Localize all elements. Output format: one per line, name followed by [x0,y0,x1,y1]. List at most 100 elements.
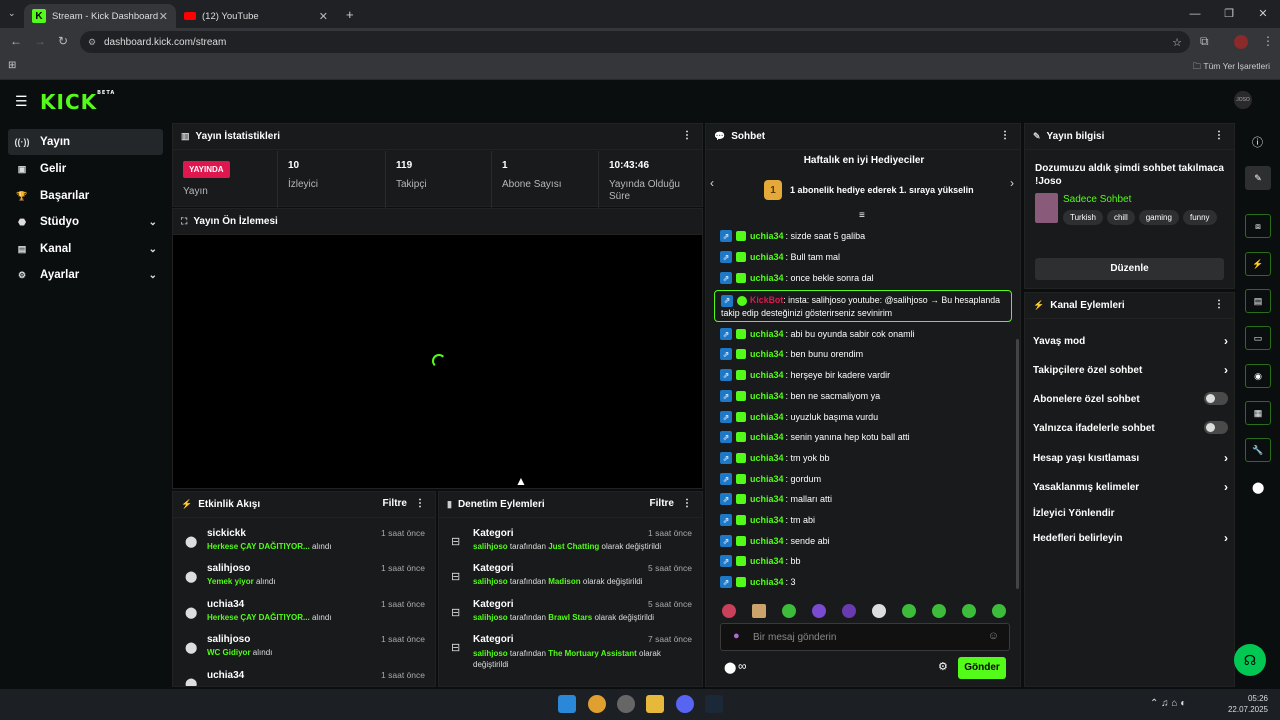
chat-username[interactable]: uchia34 [750,453,784,463]
chevron-left-icon[interactable]: ‹ [710,176,714,190]
address-bar[interactable]: ⚙ dashboard.kick.com/stream ☆ [80,31,1190,53]
sidebar-item-kanal[interactable]: ▤ Kanal ⌄ [8,236,163,262]
help-chat-icon[interactable]: ☊ [1234,644,1266,676]
tray-icons[interactable]: ⌃ ♫ ⌂ ◐ [1150,698,1186,709]
sidebar-item-gelir[interactable]: ▣ Gelir [8,156,163,182]
points-icon[interactable]: ⬤ [724,661,736,674]
chat-username[interactable]: uchia34 [750,273,784,283]
chat-scrollbar[interactable] [1016,339,1019,589]
hamburger-menu-icon[interactable]: ☰ [15,93,28,110]
tab-youtube[interactable]: (12) YouTube ✕ [176,4,336,28]
emote-icon[interactable] [992,604,1006,618]
file-explorer-icon[interactable] [646,695,664,713]
tag-chip[interactable]: Turkish [1063,210,1103,225]
chat-username[interactable]: uchia34 [750,474,784,484]
close-tab-icon[interactable]: ✕ [159,10,168,23]
wrench-icon[interactable]: 🔧 [1245,438,1271,462]
chevron-right-icon[interactable]: › [1010,176,1014,190]
tag-chip[interactable]: funny [1182,210,1217,225]
start-menu-icon[interactable] [558,695,576,713]
emote-icon[interactable] [962,604,976,618]
settings-gear-icon[interactable]: ⚙ [938,660,948,673]
extensions-icon[interactable]: ⧉ [1200,34,1209,49]
reload-icon[interactable]: ↻ [58,34,68,48]
emote-icon[interactable] [842,604,856,618]
category-name[interactable]: Sadece Sohbet [1063,194,1131,205]
new-tab-icon[interactable]: + [346,7,354,22]
chat-username[interactable]: uchia34 [750,412,784,422]
back-icon[interactable]: ← [10,34,22,48]
clock[interactable]: 05:26 22.07.2025 [1228,693,1268,715]
more-options-icon[interactable]: ⋮ [682,130,692,141]
chat-username[interactable]: KickBot [750,295,783,305]
discord-icon[interactable] [676,695,694,713]
more-options-icon[interactable]: ⋮ [1000,130,1010,141]
chat-username[interactable]: uchia34 [750,536,784,546]
goals-action[interactable]: Hedefleri belirleyin › [1033,531,1228,545]
kick-logo[interactable]: KICKBETA [40,90,115,114]
points-icon[interactable]: ⬤ [1252,481,1264,494]
lightning-icon[interactable]: ⚡ [1245,252,1271,276]
chat-icon[interactable]: ▭ [1245,326,1271,350]
chat-username[interactable]: uchia34 [750,231,784,241]
tab-kick-dashboard[interactable]: K Stream - Kick Dashboard ✕ [24,4,176,28]
emote-icon[interactable] [902,604,916,618]
maximize-icon[interactable]: ❐ [1212,0,1246,28]
sidebar-item-yayin[interactable]: ((·)) Yayın [8,129,163,155]
chat-username[interactable]: uchia34 [750,252,784,262]
send-button[interactable]: Gönder [958,657,1006,679]
emoji-icon[interactable]: ☺ [988,630,999,642]
more-options-icon[interactable]: ⋮ [1214,130,1224,141]
chat-username[interactable]: uchia34 [750,329,784,339]
subscribers-only-toggle[interactable] [1204,392,1228,405]
emote-icon[interactable] [782,604,796,618]
chrome-icon[interactable] [588,695,606,713]
broadcast-icon[interactable]: ◉ [1245,364,1271,388]
raid-action[interactable]: İzleyici Yönlendir [1033,508,1228,519]
tag-chip[interactable]: chill [1106,210,1135,225]
chat-username[interactable]: uchia34 [750,432,784,442]
emote-icon[interactable] [872,604,886,618]
chat-username[interactable]: uchia34 [750,494,784,504]
close-window-icon[interactable]: ✕ [1246,0,1280,28]
emote-icon[interactable] [752,604,766,618]
tab-search-icon[interactable]: ⌄ [8,8,16,19]
infinity-icon[interactable]: ∞ [738,659,747,673]
minimize-icon[interactable]: — [1178,0,1212,28]
steam-icon[interactable] [705,695,723,713]
clip-icon[interactable]: ⧈ [1245,214,1271,238]
emote-icon[interactable] [932,604,946,618]
layout-icon[interactable]: ▦ [1245,401,1271,425]
obs-icon[interactable] [617,695,635,713]
followers-only-action[interactable]: Takipçilere özel sohbet › [1033,363,1228,377]
profile-avatar-icon[interactable] [1234,35,1248,49]
apps-grid-icon[interactable]: ⊞ [8,60,16,71]
emote-icon[interactable] [722,604,736,618]
emote-icon[interactable] [812,604,826,618]
chat-username[interactable]: uchia34 [750,515,784,525]
tag-chip[interactable]: gaming [1138,210,1179,225]
chat-username[interactable]: uchia34 [750,577,784,587]
chat-message-input[interactable]: ● Bir mesaj gönderin ☺ [720,623,1010,651]
microphone-icon[interactable]: ● [733,630,740,642]
edit-stream-icon[interactable]: ✎ [1245,166,1271,190]
site-info-icon[interactable]: ⚙ [88,37,96,48]
bookmark-star-icon[interactable]: ☆ [1172,36,1182,49]
user-avatar[interactable]: JOSO [1234,91,1252,109]
more-options-icon[interactable]: ⋮ [1214,299,1224,310]
account-age-action[interactable]: Hesap yaşı kısıtlaması › [1033,451,1228,465]
all-bookmarks-link[interactable]: 🗀 Tüm Yer İşaretleri [1193,61,1270,75]
sidebar-item-ayarlar[interactable]: ⚙ Ayarlar ⌄ [8,262,163,288]
document-icon[interactable]: ▤ [1245,289,1271,313]
filter-button[interactable]: Filtre [383,498,407,509]
more-options-icon[interactable]: ⋮ [415,498,425,509]
chat-username[interactable]: uchia34 [750,556,784,566]
banned-words-action[interactable]: Yasaklanmış kelimeler › [1033,480,1228,494]
emote-only-toggle[interactable] [1204,421,1228,434]
forward-icon[interactable]: → [34,34,46,48]
more-options-icon[interactable]: ⋮ [682,498,692,509]
menu-dots-icon[interactable]: ⋮ [1262,34,1274,48]
filter-button[interactable]: Filtre [650,498,674,509]
collapse-icon[interactable]: ≡ [859,210,865,221]
close-tab-icon[interactable]: ✕ [319,10,328,23]
